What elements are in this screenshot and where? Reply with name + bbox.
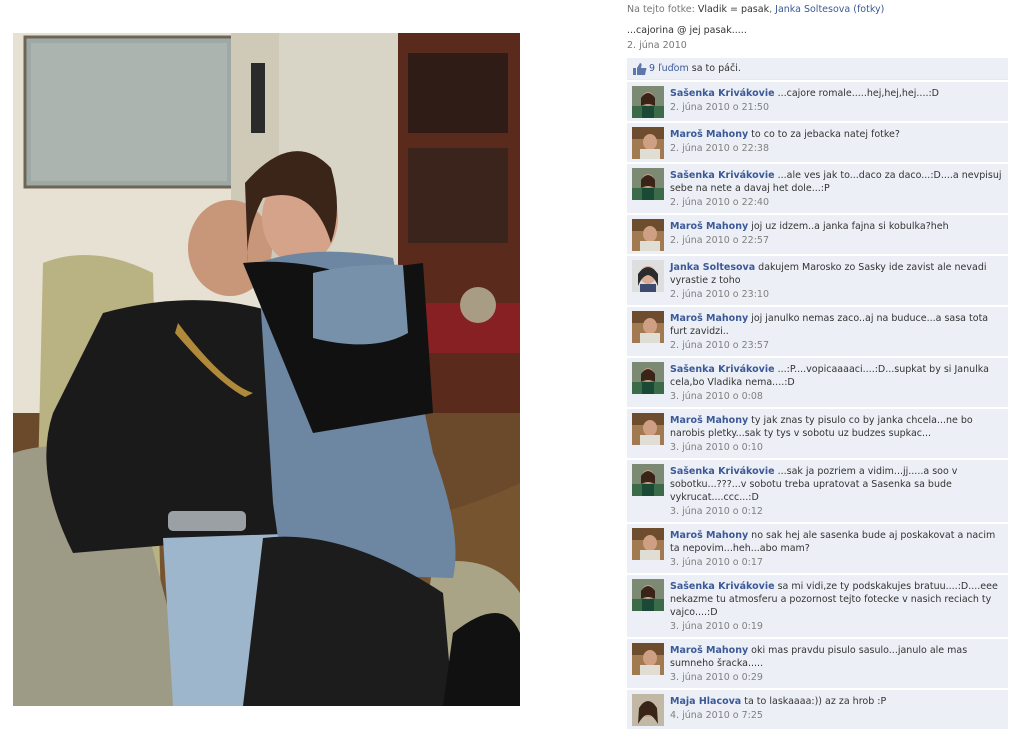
comment-author[interactable]: Maroš Mahony bbox=[670, 530, 748, 541]
photo-caption: ...cajorina @ jej pasak..... bbox=[627, 25, 747, 36]
comment-text: joj uz idzem..a janka fajna si kobulka?h… bbox=[748, 221, 949, 232]
photo-illustration bbox=[13, 33, 520, 706]
comment-9: Sašenka Krivákovie ...sak ja pozriem a v… bbox=[627, 460, 1008, 522]
photo-tags: Na tejto fotke: Vladik = pasak, Janka So… bbox=[627, 3, 1008, 17]
caption-date: 2. júna 2010 bbox=[627, 40, 687, 51]
tags-prefix: Na tejto fotke: bbox=[627, 4, 698, 15]
comment-author[interactable]: Sašenka Krivákovie bbox=[670, 88, 775, 99]
comment-author[interactable]: Sašenka Krivákovie bbox=[670, 466, 775, 477]
comment-date: 3. júna 2010 o 0:29 bbox=[670, 672, 763, 683]
comment-13: Maja Hlacova ta to laskaaaa:)) az za hro… bbox=[627, 690, 1008, 729]
comment-author[interactable]: Sašenka Krivákovie bbox=[670, 581, 775, 592]
comment-author[interactable]: Maja Hlacova bbox=[670, 696, 741, 707]
tag-vladik[interactable]: Vladik = pasak bbox=[698, 4, 769, 15]
comment-author[interactable]: Sašenka Krivákovie bbox=[670, 170, 775, 181]
comment-date: 2. júna 2010 o 23:10 bbox=[670, 289, 770, 300]
comment-date: 2. júna 2010 o 22:40 bbox=[670, 197, 770, 208]
tag-janka[interactable]: Janka Soltesova bbox=[775, 4, 850, 15]
thumbs-up-icon bbox=[633, 62, 647, 75]
maja-avatar[interactable] bbox=[632, 694, 664, 726]
comment-7: Sašenka Krivákovie ...:P....vopicaaaaci.… bbox=[627, 358, 1008, 407]
comment-1: Sašenka Krivákovie ...cajore romale.....… bbox=[627, 82, 1008, 121]
comment-date: 2. júna 2010 o 21:50 bbox=[670, 102, 770, 113]
comment-author[interactable]: Maroš Mahony bbox=[670, 313, 748, 324]
comment-11: Sašenka Krivákovie sa mi vidi,ze ty pods… bbox=[627, 575, 1008, 637]
comment-12: Maroš Mahony oki mas pravdu pisulo sasul… bbox=[627, 639, 1008, 688]
comment-date: 2. júna 2010 o 22:57 bbox=[670, 235, 770, 246]
comment-date: 3. júna 2010 o 0:12 bbox=[670, 506, 763, 517]
comment-author[interactable]: Sašenka Krivákovie bbox=[670, 364, 775, 375]
comment-date: 2. júna 2010 o 23:57 bbox=[670, 340, 770, 351]
maros-avatar[interactable] bbox=[632, 643, 664, 675]
comment-author[interactable]: Maroš Mahony bbox=[670, 221, 748, 232]
likes-count-link[interactable]: 9 ľuďom bbox=[649, 63, 689, 74]
maros-avatar[interactable] bbox=[632, 219, 664, 251]
comment-date: 3. júna 2010 o 0:08 bbox=[670, 391, 763, 402]
janka-avatar[interactable] bbox=[632, 260, 664, 292]
comment-date: 3. júna 2010 o 0:19 bbox=[670, 621, 763, 632]
photo[interactable] bbox=[13, 33, 520, 706]
comment-date: 3. júna 2010 o 0:10 bbox=[670, 442, 763, 453]
maros-avatar[interactable] bbox=[632, 528, 664, 560]
photo-sidebar: Na tejto fotke: Vladik = pasak, Janka So… bbox=[627, 0, 1008, 729]
tag-album-link[interactable]: (fotky) bbox=[853, 4, 884, 15]
comment-2: Maroš Mahony to co to za jebacka natej f… bbox=[627, 123, 1008, 162]
sasenka-avatar[interactable] bbox=[632, 579, 664, 611]
sasenka-avatar[interactable] bbox=[632, 86, 664, 118]
comment-author[interactable]: Maroš Mahony bbox=[670, 645, 748, 656]
sasenka-avatar[interactable] bbox=[632, 168, 664, 200]
comment-6: Maroš Mahony joj janulko nemas zaco..aj … bbox=[627, 307, 1008, 356]
comment-8: Maroš Mahony ty jak znas ty pisulo co by… bbox=[627, 409, 1008, 458]
sasenka-avatar[interactable] bbox=[632, 464, 664, 496]
comment-5: Janka Soltesova dakujem Marosko zo Sasky… bbox=[627, 256, 1008, 305]
comment-date: 4. júna 2010 o 7:25 bbox=[670, 710, 763, 721]
comment-author[interactable]: Maroš Mahony bbox=[670, 415, 748, 426]
comment-date: 3. júna 2010 o 0:17 bbox=[670, 557, 763, 568]
comments-list: Sašenka Krivákovie ...cajore romale.....… bbox=[627, 82, 1008, 729]
comment-10: Maroš Mahony no sak hej ale sasenka bude… bbox=[627, 524, 1008, 573]
comment-4: Maroš Mahony joj uz idzem..a janka fajna… bbox=[627, 215, 1008, 254]
comment-date: 2. júna 2010 o 22:38 bbox=[670, 143, 770, 154]
comment-text: to co to za jebacka natej fotke? bbox=[748, 129, 900, 140]
maros-avatar[interactable] bbox=[632, 413, 664, 445]
maros-avatar[interactable] bbox=[632, 127, 664, 159]
comment-author[interactable]: Janka Soltesova bbox=[670, 262, 755, 273]
likes-bar: 9 ľuďom sa to páči. bbox=[627, 58, 1008, 80]
likes-suffix: sa to páči. bbox=[688, 63, 741, 74]
comment-author[interactable]: Maroš Mahony bbox=[670, 129, 748, 140]
comment-text: ta to laskaaaa:)) az za hrob :P bbox=[741, 696, 887, 707]
comment-text: ...cajore romale.....hej,hej,hej....:D bbox=[774, 88, 940, 99]
sasenka-avatar[interactable] bbox=[632, 362, 664, 394]
comment-3: Sašenka Krivákovie ...ale ves jak to...d… bbox=[627, 164, 1008, 213]
maros-avatar[interactable] bbox=[632, 311, 664, 343]
